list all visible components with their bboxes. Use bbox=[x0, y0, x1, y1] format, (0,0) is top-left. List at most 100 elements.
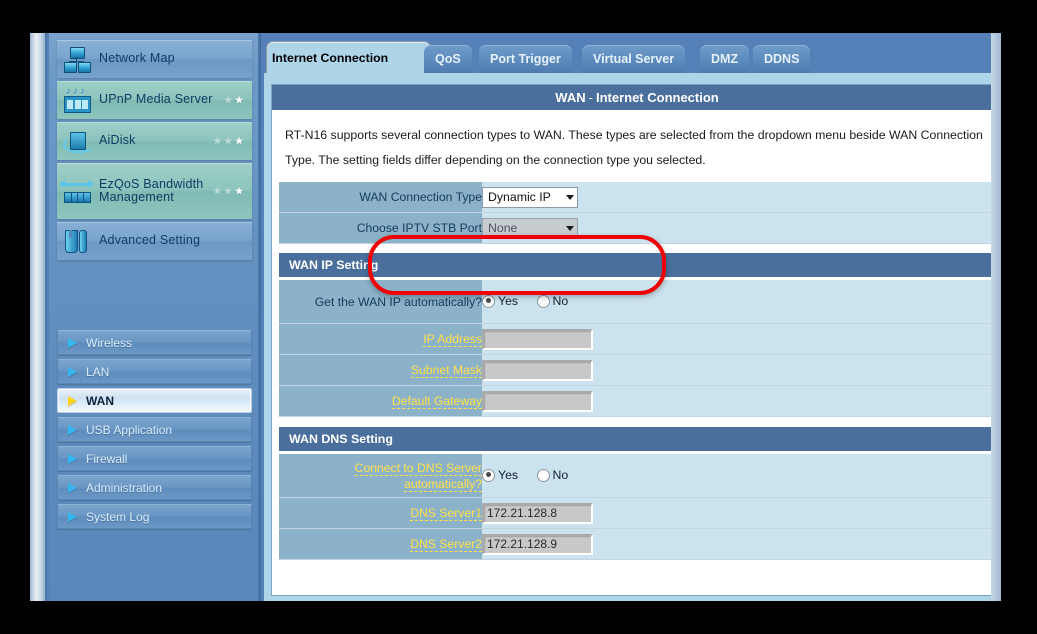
upnp-media-icon: ♪ ♪ ♪ bbox=[57, 81, 99, 119]
page-description: RT-N16 supports several connection types… bbox=[272, 111, 1001, 179]
sidebar: Network Map ♪ ♪ ♪ UPnP Media Server ★★ bbox=[49, 33, 261, 601]
dns-server2-cell: 172.21.128.9 bbox=[482, 529, 995, 560]
iptv-stb-port-label: Choose IPTV STB Port bbox=[279, 213, 482, 244]
window-right-rail[interactable] bbox=[991, 33, 1001, 601]
sidebar-item-label: Administration bbox=[86, 481, 162, 495]
sidebar-item-stars: ★★★ bbox=[212, 185, 245, 198]
sidebar-item-label: AiDisk bbox=[99, 134, 136, 148]
chevron-right-icon bbox=[68, 454, 77, 464]
wan-ip-auto-yes-label: Yes bbox=[498, 294, 518, 308]
wan-connection-type-value: Dynamic IP bbox=[488, 190, 551, 204]
screenshot-root: Network Map ♪ ♪ ♪ UPnP Media Server ★★ bbox=[0, 0, 1037, 634]
ip-address-label: IP Address bbox=[279, 324, 482, 355]
wan-ip-auto-no-radio[interactable] bbox=[537, 295, 550, 308]
page-title-separator: - bbox=[589, 90, 593, 105]
tab-ddns[interactable]: DDNS bbox=[753, 45, 810, 73]
window-left-scroll-rail[interactable] bbox=[30, 33, 47, 601]
dns-server2-label: DNS Server2 bbox=[279, 529, 482, 560]
tab-virtual-server[interactable]: Virtual Server bbox=[582, 45, 685, 73]
ip-address-cell bbox=[482, 324, 995, 355]
tab-label: Internet Connection bbox=[272, 51, 388, 65]
wan-ip-auto-label: Get the WAN IP automatically? bbox=[279, 280, 482, 324]
sidebar-item-label: UPnP Media Server bbox=[99, 93, 213, 107]
dns-auto-no-radio[interactable] bbox=[537, 469, 550, 482]
dns-server1-input[interactable]: 172.21.128.8 bbox=[482, 503, 593, 524]
tab-label: DMZ bbox=[711, 52, 738, 66]
chevron-right-icon bbox=[68, 483, 77, 493]
advanced-setting-icon bbox=[57, 222, 99, 260]
table-row-default-gateway: Default Gateway bbox=[279, 386, 995, 417]
section-header-wan-dns: WAN DNS Setting bbox=[279, 427, 995, 451]
table-row-wan-ip-auto: Get the WAN IP automatically? Yes No bbox=[279, 280, 995, 324]
tab-port-trigger[interactable]: Port Trigger bbox=[479, 45, 572, 73]
subnet-mask-cell bbox=[482, 355, 995, 386]
chevron-right-icon bbox=[68, 338, 77, 348]
sidebar-item-lan[interactable]: LAN bbox=[57, 359, 252, 384]
sidebar-item-label: LAN bbox=[86, 365, 109, 379]
table-row-wan-connection-type: WAN Connection Type Dynamic IP bbox=[279, 182, 995, 213]
tab-bar: Internet Connection QoS Port Trigger Vir… bbox=[264, 33, 1001, 73]
sidebar-item-firewall[interactable]: Firewall bbox=[57, 446, 252, 471]
sidebar-item-stars: ★★★ bbox=[212, 135, 245, 148]
wan-ip-table: Get the WAN IP automatically? Yes No IP … bbox=[279, 279, 995, 417]
sidebar-item-wan[interactable]: WAN bbox=[57, 388, 252, 413]
sidebar-item-label: Advanced Setting bbox=[99, 234, 200, 248]
table-row-dns-server1: DNS Server1 172.21.128.8 bbox=[279, 498, 995, 529]
sidebar-item-ezqos-bandwidth-management[interactable]: EzQoS Bandwidth Management ★★★ bbox=[57, 163, 252, 219]
default-gateway-cell bbox=[482, 386, 995, 417]
chevron-down-icon bbox=[566, 226, 574, 231]
dns-auto-cell: Yes No bbox=[482, 454, 995, 498]
wan-ip-auto-yes-radio[interactable] bbox=[482, 295, 495, 308]
dns-auto-yes-radio[interactable] bbox=[482, 469, 495, 482]
page-title-sub: Internet Connection bbox=[596, 90, 719, 105]
wan-connection-type-select[interactable]: Dynamic IP bbox=[482, 187, 578, 208]
tab-qos[interactable]: QoS bbox=[424, 45, 472, 73]
sidebar-main-menu: Network Map ♪ ♪ ♪ UPnP Media Server ★★ bbox=[57, 33, 252, 263]
dns-auto-yes-label: Yes bbox=[498, 468, 518, 482]
default-gateway-label: Default Gateway bbox=[279, 386, 482, 417]
sidebar-item-usb-application[interactable]: USB Application bbox=[57, 417, 252, 442]
wan-connection-type-label: WAN Connection Type bbox=[279, 182, 482, 213]
chevron-right-icon bbox=[68, 396, 77, 406]
basic-config-table: WAN Connection Type Dynamic IP Choose IP… bbox=[279, 181, 995, 244]
chevron-right-icon bbox=[68, 512, 77, 522]
sidebar-item-advanced-setting[interactable]: Advanced Setting bbox=[57, 222, 252, 260]
subnet-mask-label: Subnet Mask bbox=[279, 355, 482, 386]
wan-dns-table: Connect to DNS Server automatically? Yes… bbox=[279, 453, 995, 560]
network-map-icon bbox=[57, 40, 99, 78]
table-row-iptv-stb-port: Choose IPTV STB Port None bbox=[279, 213, 995, 244]
sidebar-item-label: EzQoS Bandwidth Management bbox=[99, 178, 219, 205]
main-content: Internet Connection QoS Port Trigger Vir… bbox=[264, 33, 1001, 601]
page-title-main: WAN bbox=[555, 90, 585, 105]
iptv-stb-port-cell: None bbox=[482, 213, 995, 244]
iptv-stb-port-select[interactable]: None bbox=[482, 218, 578, 239]
sidebar-item-upnp-media-server[interactable]: ♪ ♪ ♪ UPnP Media Server ★★ bbox=[57, 81, 252, 119]
page-area: WAN - Internet Connection RT-N16 support… bbox=[264, 73, 1001, 601]
sidebar-sub-menu: Wireless LAN WAN USB Application Firewal… bbox=[57, 330, 252, 533]
section-header-wan-ip: WAN IP Setting bbox=[279, 253, 995, 277]
sidebar-item-label: Firewall bbox=[86, 452, 127, 466]
settings-paper: WAN - Internet Connection RT-N16 support… bbox=[271, 84, 1001, 596]
tab-label: QoS bbox=[435, 52, 461, 66]
sidebar-item-label: Wireless bbox=[86, 336, 132, 350]
aidisk-icon bbox=[57, 122, 99, 160]
sidebar-item-aidisk[interactable]: AiDisk ★★★ bbox=[57, 122, 252, 160]
sidebar-item-wireless[interactable]: Wireless bbox=[57, 330, 252, 355]
tab-label: DDNS bbox=[764, 52, 799, 66]
wan-connection-type-cell: Dynamic IP bbox=[482, 182, 995, 213]
tab-internet-connection[interactable]: Internet Connection bbox=[266, 41, 431, 75]
sidebar-item-administration[interactable]: Administration bbox=[57, 475, 252, 500]
dns-server2-input[interactable]: 172.21.128.9 bbox=[482, 534, 593, 555]
iptv-stb-port-value: None bbox=[488, 221, 517, 235]
dns-auto-label: Connect to DNS Server automatically? bbox=[279, 454, 482, 498]
subnet-mask-input[interactable] bbox=[482, 360, 593, 381]
sidebar-item-system-log[interactable]: System Log bbox=[57, 504, 252, 529]
table-row-ip-address: IP Address bbox=[279, 324, 995, 355]
sidebar-item-label: WAN bbox=[86, 394, 114, 408]
tab-dmz[interactable]: DMZ bbox=[700, 45, 749, 73]
dns-server1-label: DNS Server1 bbox=[279, 498, 482, 529]
ip-address-input[interactable] bbox=[482, 329, 593, 350]
table-row-dns-auto: Connect to DNS Server automatically? Yes… bbox=[279, 454, 995, 498]
default-gateway-input[interactable] bbox=[482, 391, 593, 412]
sidebar-item-network-map[interactable]: Network Map bbox=[57, 40, 252, 78]
